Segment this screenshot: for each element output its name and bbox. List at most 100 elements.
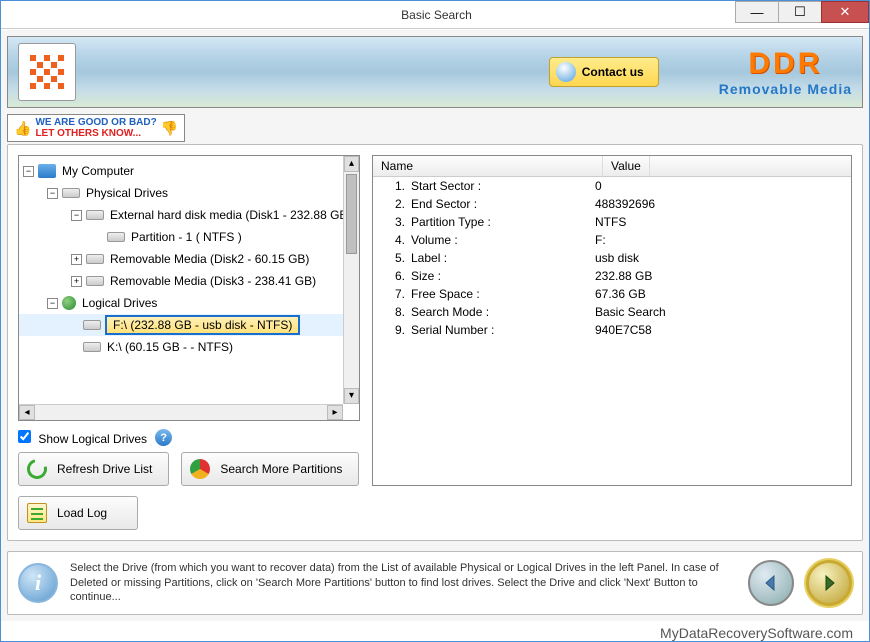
row-value: Basic Search <box>595 305 851 319</box>
drive-icon <box>86 210 104 220</box>
row-key: Volume : <box>411 233 595 247</box>
row-key: Label : <box>411 251 595 265</box>
collapse-icon[interactable]: − <box>47 298 58 309</box>
details-row[interactable]: 6.Size :232.88 GB <box>373 267 851 285</box>
row-value: 0 <box>595 179 851 193</box>
titlebar: Basic Search — ☐ ✕ <box>1 1 869 29</box>
row-num: 9. <box>373 323 411 337</box>
row-key: Partition Type : <box>411 215 595 229</box>
tree-node-logical[interactable]: − Logical Drives <box>19 292 359 314</box>
row-value: 232.88 GB <box>595 269 851 283</box>
refresh-drive-list-button[interactable]: Refresh Drive List <box>18 452 169 486</box>
show-logical-input[interactable] <box>18 430 31 443</box>
show-logical-checkbox[interactable]: Show Logical Drives <box>18 430 147 446</box>
brand-title: DDR <box>719 47 852 81</box>
details-body: 1.Start Sector :02.End Sector :488392696… <box>373 177 851 339</box>
row-value: 488392696 <box>595 197 851 211</box>
maximize-button[interactable]: ☐ <box>778 1 822 23</box>
load-log-button[interactable]: Load Log <box>18 496 138 530</box>
tree-node-partition[interactable]: Partition - 1 ( NTFS ) <box>19 226 359 248</box>
collapse-icon[interactable]: − <box>23 166 34 177</box>
close-button[interactable]: ✕ <box>821 1 869 23</box>
watermark-text: MyDataRecoverySoftware.com <box>1 621 869 641</box>
tree-node-rem2[interactable]: + Removable Media (Disk3 - 238.41 GB) <box>19 270 359 292</box>
tree-node-physical[interactable]: − Physical Drives <box>19 182 359 204</box>
collapse-icon[interactable]: − <box>47 188 58 199</box>
details-row[interactable]: 3.Partition Type :NTFS <box>373 213 851 231</box>
tree-vscrollbar[interactable]: ▴▾ <box>343 156 359 404</box>
contact-label: Contact us <box>582 65 644 79</box>
thumbs-up-icon: 👍 <box>14 123 31 134</box>
drive-icon <box>86 276 104 286</box>
feedback-button[interactable]: 👍 WE ARE GOOD OR BAD? LET OTHERS KNOW...… <box>7 114 185 142</box>
options-row: Show Logical Drives ? <box>18 429 360 446</box>
row-key: End Sector : <box>411 197 595 211</box>
details-row[interactable]: 2.End Sector :488392696 <box>373 195 851 213</box>
footer-text: Select the Drive (from which you want to… <box>70 561 736 606</box>
col-name[interactable]: Name <box>373 156 603 176</box>
expand-icon[interactable]: + <box>71 254 82 265</box>
contact-avatar-icon <box>556 62 576 82</box>
row-key: Start Sector : <box>411 179 595 193</box>
app-window: Basic Search — ☐ ✕ Contact us DDR Remova… <box>0 0 870 642</box>
tree-node-mycomputer[interactable]: − My Computer <box>19 160 359 182</box>
tree-hscrollbar[interactable]: ◂▸ <box>19 404 343 420</box>
row-value: 67.36 GB <box>595 287 851 301</box>
row-num: 7. <box>373 287 411 301</box>
details-row[interactable]: 1.Start Sector :0 <box>373 177 851 195</box>
main-box: ▴▾ ◂▸ − My Computer <box>7 144 863 541</box>
tree-node-f-drive[interactable]: F:\ (232.88 GB - usb disk - NTFS) <box>19 314 359 336</box>
row-key: Serial Number : <box>411 323 595 337</box>
computer-icon <box>38 164 56 178</box>
log-icon <box>27 503 47 523</box>
content-area: Contact us DDR Removable Media 👍 WE ARE … <box>1 29 869 621</box>
drive-icon <box>83 320 101 330</box>
details-row[interactable]: 8.Search Mode :Basic Search <box>373 303 851 321</box>
row-key: Size : <box>411 269 595 283</box>
drive-icon <box>107 232 125 242</box>
next-button[interactable] <box>806 560 852 606</box>
brand-block: DDR Removable Media <box>719 47 852 97</box>
row-num: 1. <box>373 179 411 193</box>
globe-icon <box>62 296 76 310</box>
feedback-bar: 👍 WE ARE GOOD OR BAD? LET OTHERS KNOW...… <box>7 114 863 142</box>
thumbs-down-icon: 👎 <box>161 123 178 134</box>
drive-tree[interactable]: ▴▾ ◂▸ − My Computer <box>18 155 360 421</box>
details-header: Name Value <box>373 156 851 177</box>
tree-node-k-drive[interactable]: K:\ (60.15 GB - - NTFS) <box>19 336 359 358</box>
collapse-icon[interactable]: − <box>71 210 82 221</box>
details-row[interactable]: 9.Serial Number :940E7C58 <box>373 321 851 339</box>
contact-us-button[interactable]: Contact us <box>549 57 659 87</box>
tree-node-rem1[interactable]: + Removable Media (Disk2 - 60.15 GB) <box>19 248 359 270</box>
tree-node-ext[interactable]: − External hard disk media (Disk1 - 232.… <box>19 204 359 226</box>
row-key: Free Space : <box>411 287 595 301</box>
pie-icon <box>190 459 210 479</box>
brand-subtitle: Removable Media <box>719 81 852 97</box>
search-more-partitions-button[interactable]: Search More Partitions <box>181 452 359 486</box>
drive-icon <box>83 342 101 352</box>
info-icon: i <box>18 563 58 603</box>
row-num: 6. <box>373 269 411 283</box>
row-num: 5. <box>373 251 411 265</box>
details-row[interactable]: 4.Volume :F: <box>373 231 851 249</box>
minimize-button[interactable]: — <box>735 1 779 23</box>
details-row[interactable]: 5.Label :usb disk <box>373 249 851 267</box>
header-banner: Contact us DDR Removable Media <box>7 36 863 108</box>
expand-icon[interactable]: + <box>71 276 82 287</box>
row-num: 3. <box>373 215 411 229</box>
row-value: NTFS <box>595 215 851 229</box>
row-num: 4. <box>373 233 411 247</box>
row-value: 940E7C58 <box>595 323 851 337</box>
drive-icon <box>86 254 104 264</box>
back-button[interactable] <box>748 560 794 606</box>
details-row[interactable]: 7.Free Space :67.36 GB <box>373 285 851 303</box>
row-value: usb disk <box>595 251 851 265</box>
row-num: 2. <box>373 197 411 211</box>
feedback-line2: LET OTHERS KNOW... <box>35 128 156 139</box>
footer-bar: i Select the Drive (from which you want … <box>7 551 863 615</box>
window-title: Basic Search <box>137 8 736 22</box>
help-icon[interactable]: ? <box>155 429 172 446</box>
app-logo-icon <box>18 43 76 101</box>
row-num: 8. <box>373 305 411 319</box>
col-value[interactable]: Value <box>603 156 650 176</box>
